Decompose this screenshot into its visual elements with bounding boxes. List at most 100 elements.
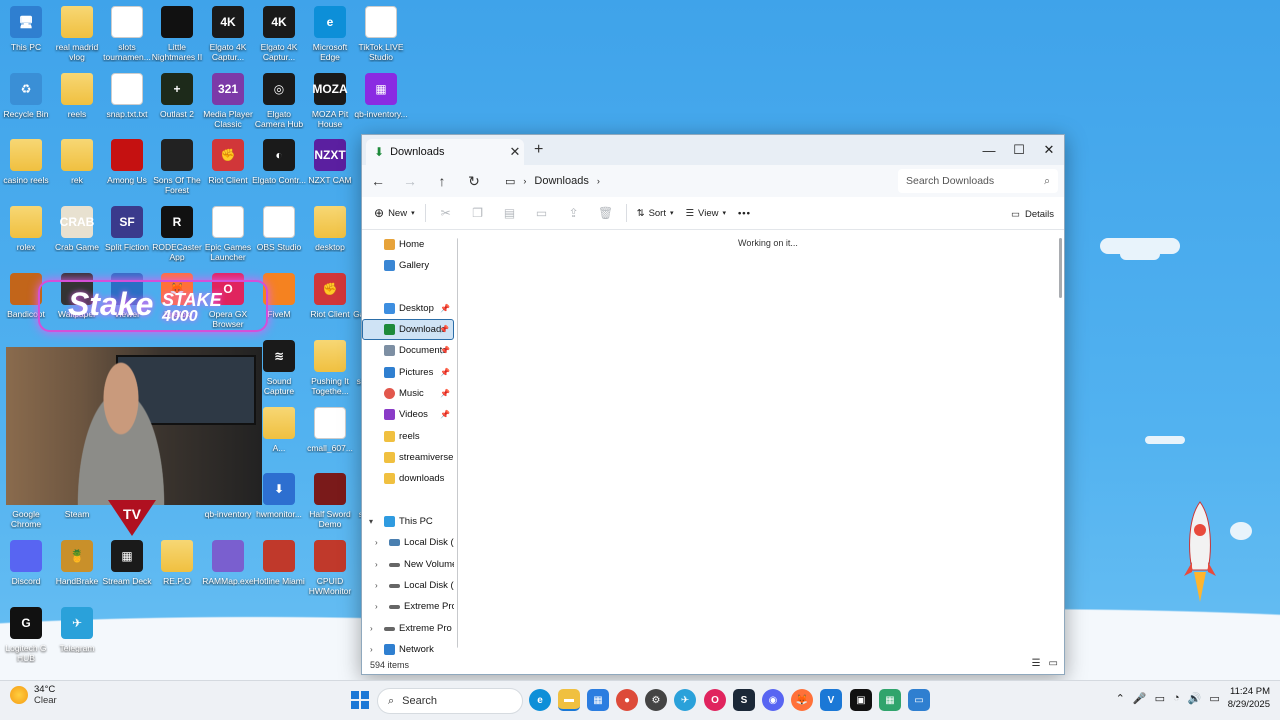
desktop-icon[interactable]: + Outlast 2 xyxy=(152,71,202,135)
vpn-icon[interactable]: V xyxy=(820,689,842,711)
desktop-icon[interactable]: ◎ Elgato Camera Hub xyxy=(254,71,304,135)
desktop-icon[interactable]: rek xyxy=(52,137,102,201)
desktop-icon[interactable]: slots tournamen... xyxy=(102,4,152,68)
details-button[interactable]: ▭ Details xyxy=(1011,202,1054,226)
nav-item-documents[interactable]: Documents 📌 xyxy=(362,340,454,361)
desktop-icon[interactable]: 4K Elgato 4K Captur... xyxy=(254,4,304,68)
nav-item-desktop[interactable]: Desktop 📌 xyxy=(362,298,454,319)
desktop-icon[interactable]: R RODECaster App xyxy=(152,204,202,268)
weather-widget[interactable]: 34°C Clear xyxy=(10,684,57,706)
nav-item-streamiverse[interactable]: streamiverse wa xyxy=(362,447,454,468)
up-arrow-icon[interactable]: ↑ xyxy=(426,165,458,197)
desktop-icon[interactable]: ♻ Recycle Bin xyxy=(1,71,51,135)
desktop-icon[interactable]: 321 Media Player Classic xyxy=(203,71,253,135)
nav-item-downloads[interactable]: Downloads 📌 xyxy=(362,319,454,340)
microphone-icon[interactable]: 🎤 xyxy=(1133,692,1147,705)
desktop-icon[interactable]: 🖥 This PC xyxy=(1,4,51,68)
nav-item-downloads-folder[interactable]: downloads xyxy=(362,468,454,489)
store-icon[interactable]: ▦ xyxy=(587,689,609,711)
app-icon[interactable]: ▭ xyxy=(908,689,930,711)
copy-button[interactable]: ❐ xyxy=(462,201,494,225)
nav-item-this-pc[interactable]: ▾ This PC xyxy=(362,511,454,532)
desktop-icon[interactable]: RAMMap.exe xyxy=(202,538,254,602)
desktop-icon[interactable]: Among Us xyxy=(102,137,152,201)
desktop-icon[interactable]: Epic Games Launcher xyxy=(203,204,253,268)
file-list-area[interactable]: Working on it... xyxy=(458,230,1064,655)
gear-icon[interactable]: ⚙ xyxy=(645,689,667,711)
back-arrow-icon[interactable]: ← xyxy=(362,165,394,197)
desktop-icon[interactable]: Sons Of The Forest xyxy=(152,137,202,201)
telegram-icon[interactable]: ✈ xyxy=(674,689,696,711)
desktop-icon[interactable]: Hotline Miami xyxy=(253,538,305,602)
sort-button[interactable]: ⇅ Sort ▾ xyxy=(631,201,680,225)
nav-item-extreme-pro-1[interactable]: › Extreme Pro (F xyxy=(362,596,454,617)
edge-icon[interactable]: e xyxy=(529,689,551,711)
battery-icon[interactable]: ▭ xyxy=(1209,692,1219,705)
breadcrumb-item-downloads[interactable]: Downloads xyxy=(534,175,588,187)
desktop-icon[interactable]: CRAB Crab Game xyxy=(52,204,102,268)
desktop-icon[interactable]: reels xyxy=(52,71,102,135)
firefox-icon[interactable]: 🦊 xyxy=(791,689,813,711)
close-tab-icon[interactable]: ✕ xyxy=(506,144,524,160)
desktop-icon[interactable]: ▦ qb-inventory... xyxy=(354,71,408,135)
nav-item-local-disk-c[interactable]: › Local Disk (C:) xyxy=(362,532,454,553)
capcut-icon[interactable]: ▣ xyxy=(850,689,872,711)
maximize-button[interactable]: ☐ xyxy=(1004,135,1034,165)
network-icon[interactable]: ◔ xyxy=(1173,692,1180,704)
volume-icon[interactable]: 🔊 xyxy=(1188,692,1202,705)
nav-item-network[interactable]: › Network xyxy=(362,639,454,655)
app-icon[interactable]: ▦ xyxy=(879,689,901,711)
desktop-icon[interactable]: casino reels xyxy=(1,137,51,201)
desktop-icon[interactable]: desktop xyxy=(305,204,355,268)
steam-icon[interactable]: S xyxy=(733,689,755,711)
nav-item-reels[interactable]: reels xyxy=(362,426,454,447)
start-button[interactable] xyxy=(351,691,369,709)
desktop-icon[interactable]: cmall_607... xyxy=(305,405,355,469)
desktop-icon[interactable]: ✈ Telegram xyxy=(52,605,102,669)
share-button[interactable]: ⇪ xyxy=(558,201,590,225)
clock[interactable]: 11:24 PM 8/29/2025 xyxy=(1228,685,1270,711)
file-explorer-icon[interactable]: ▬ xyxy=(558,689,580,711)
desktop-icon[interactable]: ✊ Riot Client xyxy=(305,271,355,335)
desktop-icon[interactable]: ◐ Elgato Contr... xyxy=(252,137,306,201)
desktop-icon[interactable]: Pushing It Togethe... xyxy=(305,338,355,402)
discord-icon[interactable]: ◉ xyxy=(762,689,784,711)
desktop-icon[interactable]: OBS Studio xyxy=(254,204,304,268)
desktop-icon[interactable]: SF Split Fiction xyxy=(102,204,152,268)
minimize-button[interactable]: — xyxy=(974,135,1004,165)
paste-button[interactable]: ▤ xyxy=(494,201,526,225)
nav-item-gallery[interactable]: Gallery xyxy=(362,255,454,276)
tiles-view-icon[interactable]: ▭ xyxy=(1049,658,1058,669)
chevron-up-icon[interactable]: ⌃ xyxy=(1116,692,1125,705)
desktop-icon[interactable]: e Microsoft Edge xyxy=(305,4,355,68)
desktop-icon[interactable]: RE.P.O xyxy=(152,538,202,602)
taskbar-search[interactable]: ⌕ Search xyxy=(377,688,523,714)
content-scrollbar[interactable] xyxy=(1059,238,1062,298)
breadcrumb[interactable]: ▭ › Downloads › xyxy=(497,169,887,193)
cut-button[interactable]: ✂ xyxy=(430,201,462,225)
desktop-icon[interactable]: Discord xyxy=(1,538,51,602)
rename-button[interactable]: ▭ xyxy=(526,201,558,225)
tab-downloads[interactable]: ⬇ Downloads ✕ xyxy=(366,139,524,165)
desktop-icon[interactable]: TikTok LIVE Studio xyxy=(356,4,406,68)
details-view-icon[interactable]: ☰ xyxy=(1032,658,1041,669)
delete-button[interactable]: 🗑 xyxy=(590,201,622,225)
desktop-icon[interactable]: NZXT NZXT CAM xyxy=(305,137,355,201)
desktop-icon[interactable]: 4K Elgato 4K Captur... xyxy=(203,4,253,68)
nav-item-new-volume[interactable]: › New Volume (I xyxy=(362,554,454,575)
desktop-icon[interactable]: snap.txt.txt xyxy=(102,71,152,135)
nav-item-music[interactable]: Music 📌 xyxy=(362,383,454,404)
desktop-icon[interactable]: CPUID HWMonitor xyxy=(305,538,355,602)
more-options-button[interactable]: ••• xyxy=(732,201,757,225)
view-button[interactable]: ☰ View ▾ xyxy=(680,201,732,225)
opera-icon[interactable]: O xyxy=(704,689,726,711)
desktop-icon[interactable]: ✊ Riot Client xyxy=(203,137,253,201)
new-tab-button[interactable]: + xyxy=(534,141,543,159)
desktop-icon[interactable]: real madrid vlog xyxy=(52,4,102,68)
forward-arrow-icon[interactable]: → xyxy=(394,165,426,197)
display-icon[interactable]: ▭ xyxy=(1155,692,1165,705)
nav-item-videos[interactable]: Videos 📌 xyxy=(362,404,454,425)
nav-item-home[interactable]: Home xyxy=(362,234,454,255)
search-input[interactable]: Search Downloads ⌕ xyxy=(898,169,1058,193)
desktop-icon[interactable]: Half Sword Demo xyxy=(305,471,355,535)
